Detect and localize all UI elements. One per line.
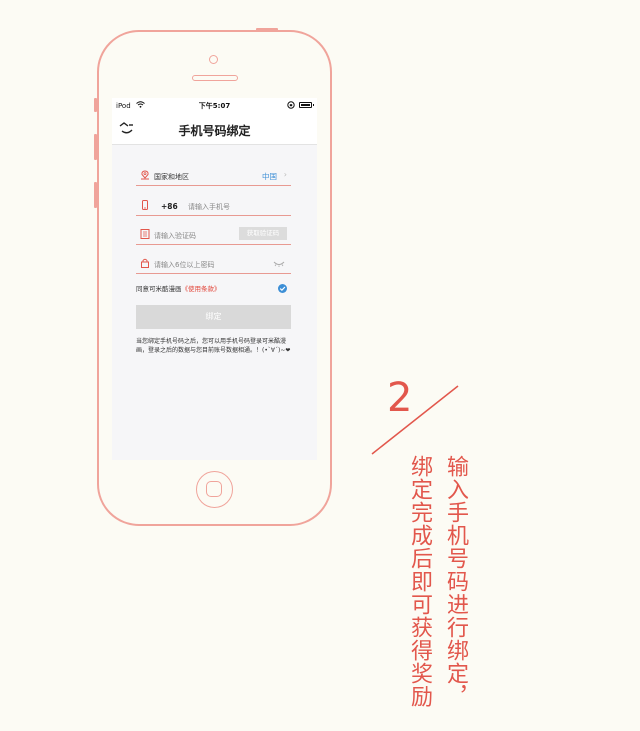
phone-field[interactable]: +86 请输入手机号 xyxy=(136,195,291,216)
mobile-phone-icon xyxy=(140,200,150,210)
country-code: +86 xyxy=(161,202,178,211)
orientation-lock-icon xyxy=(287,101,295,111)
speaker-grille xyxy=(192,75,238,81)
volume-up-button xyxy=(94,134,97,160)
chevron-right-icon: › xyxy=(283,170,287,179)
divider-slash xyxy=(371,385,459,455)
battery-icon xyxy=(299,102,314,108)
phone-input[interactable]: 请输入手机号 xyxy=(188,202,230,212)
mute-switch xyxy=(94,98,97,112)
instruction-line-2: 绑定完成后即可获得奖励 xyxy=(407,455,432,708)
terms-link[interactable]: 《使用条款》 xyxy=(182,285,221,293)
page-title: 手机号码绑定 xyxy=(178,124,251,138)
power-button xyxy=(256,28,278,31)
get-code-button[interactable]: 获取验证码 xyxy=(239,227,287,240)
lock-icon xyxy=(140,258,150,268)
verification-code-field[interactable]: 请输入验证码 获取验证码 xyxy=(136,224,291,245)
code-input[interactable]: 请输入验证码 xyxy=(154,231,196,241)
region-selector[interactable]: 国家和地区 中国 › xyxy=(136,165,291,186)
terms-agreement: 同意可米酷漫画《使用条款》 xyxy=(136,283,291,295)
bind-button[interactable]: 绑定 xyxy=(136,305,291,329)
volume-down-button xyxy=(94,182,97,208)
agree-text: 同意可米酷漫画 xyxy=(136,285,182,293)
location-pin-icon xyxy=(140,170,150,180)
home-square-icon xyxy=(206,481,222,497)
home-button[interactable] xyxy=(196,471,233,508)
password-field[interactable]: 请输入6位以上密码 xyxy=(136,253,291,274)
password-input[interactable]: 请输入6位以上密码 xyxy=(154,260,214,270)
code-list-icon xyxy=(140,229,150,239)
app-screen: iPod 下午5:07 手机号码绑定 国家和地区 中国 › +86 请输入手机号… xyxy=(112,98,317,460)
camera-icon xyxy=(209,55,218,64)
bind-notice: 当您绑定手机号码之后，您可以用手机号码登录可米酷漫画，登录之后的数据与您目前账号… xyxy=(136,338,291,354)
hide-password-icon[interactable] xyxy=(273,261,285,267)
region-value: 中国 xyxy=(262,172,277,181)
checkmark-icon[interactable] xyxy=(278,284,287,293)
status-bar: iPod 下午5:07 xyxy=(112,98,317,114)
instruction-line-1: 输入手机号码进行绑定， xyxy=(443,455,468,708)
region-label: 国家和地区 xyxy=(154,173,189,181)
nav-bar: 手机号码绑定 xyxy=(112,114,317,145)
